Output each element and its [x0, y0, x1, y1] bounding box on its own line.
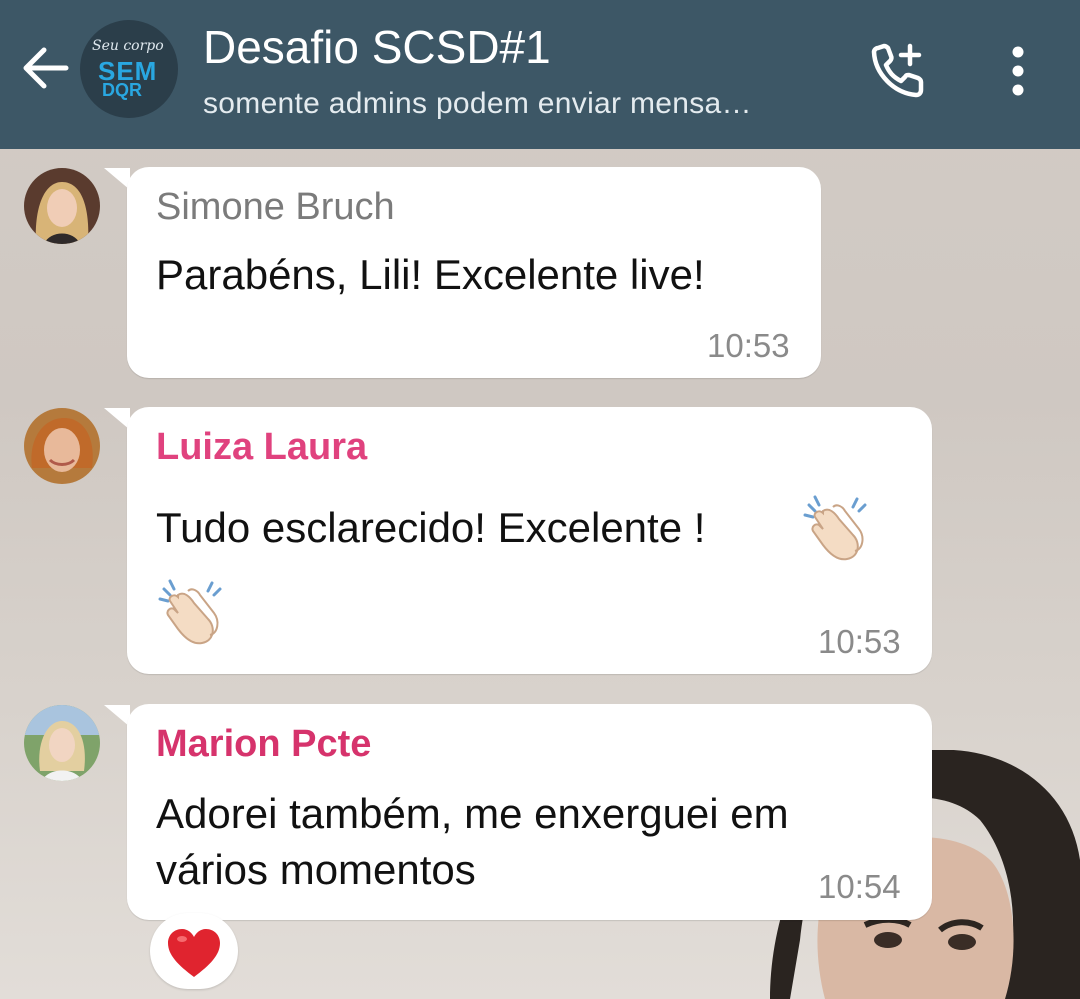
message-text: Parabéns, Lili! Excelente live! — [156, 251, 705, 298]
message-bubble[interactable]: Marion Pcte Adorei também, me enxerguei … — [127, 704, 932, 920]
message-text: Tudo esclarecido! Excelente ! — [156, 504, 706, 551]
message-text-line: Adorei também, me enxerguei em — [156, 790, 789, 837]
message-text-line: vários momentos — [156, 846, 476, 893]
group-avatar[interactable]: Seu corpo SEM DQR — [80, 20, 178, 118]
message-time: 10:54 — [818, 868, 901, 905]
avatar-luiza-laura[interactable] — [24, 408, 100, 484]
logo-dor-text: DQR — [102, 80, 142, 100]
avatar-simone-bruch[interactable] — [24, 168, 100, 244]
logo-script-text: Seu corpo — [92, 38, 164, 54]
message-bubble[interactable]: Simone Bruch Parabéns, Lili! Excelente l… — [127, 167, 821, 378]
red-heart-icon — [168, 929, 220, 977]
reaction-badge[interactable] — [150, 913, 238, 989]
message-time: 10:53 — [707, 327, 790, 364]
message-bubble[interactable]: Luiza Laura Tudo esclarecido! Excelente … — [127, 407, 932, 674]
sender-name[interactable]: Simone Bruch — [156, 185, 395, 229]
chat-title[interactable]: Desafio SCSD#1 — [203, 20, 551, 74]
chat-subtitle[interactable]: somente admins podem enviar mensa… — [203, 86, 752, 122]
more-vert-icon[interactable] — [996, 40, 1040, 102]
clapping-hands-icon — [158, 579, 222, 645]
chat-header: Seu corpo SEM DQR Desafio SCSD#1 somente… — [0, 0, 1080, 149]
avatar-marion-pcte[interactable] — [24, 705, 100, 781]
sender-name[interactable]: Luiza Laura — [156, 425, 367, 469]
sender-name[interactable]: Marion Pcte — [156, 722, 371, 766]
clapping-hands-icon — [803, 495, 867, 561]
message-time: 10:53 — [818, 623, 901, 660]
back-arrow-icon[interactable] — [18, 40, 74, 96]
add-call-icon[interactable] — [868, 40, 930, 102]
